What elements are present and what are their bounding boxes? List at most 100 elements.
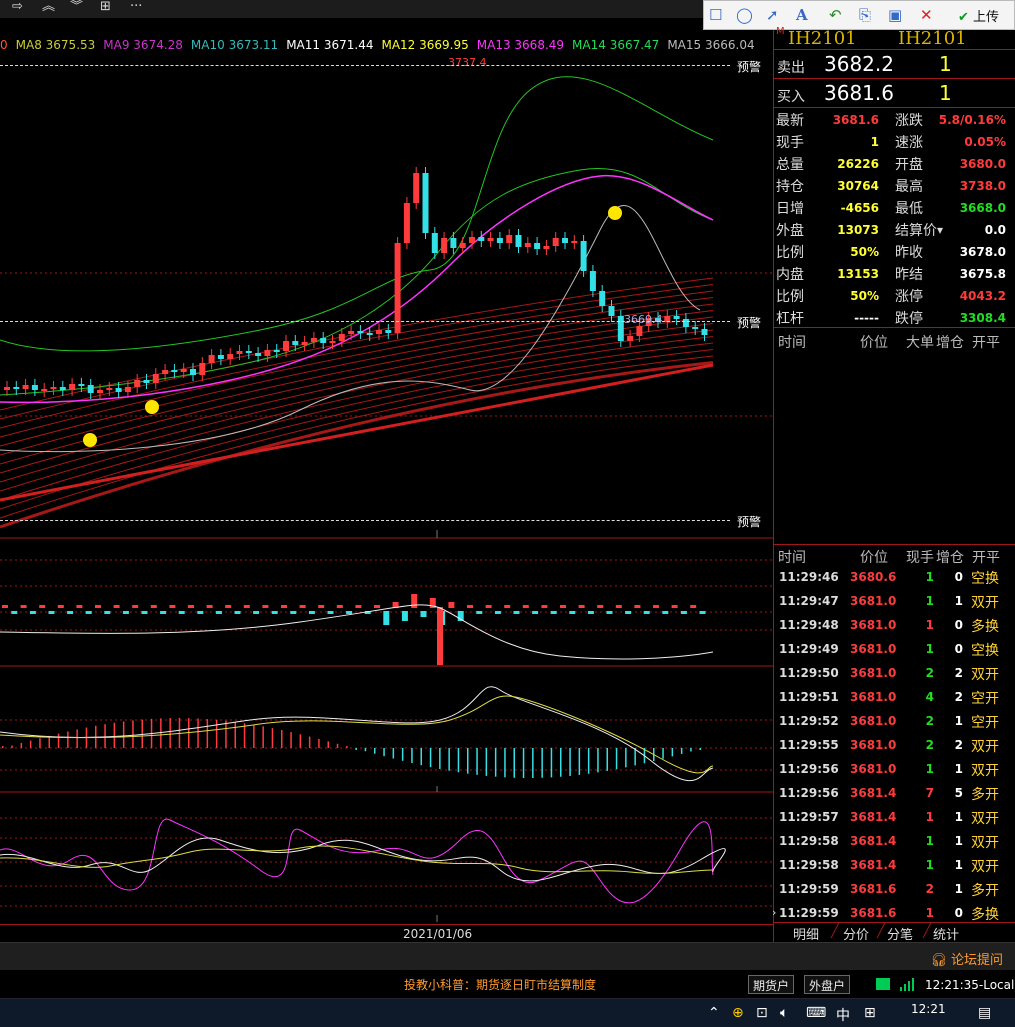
taskbar-time[interactable]: 12:21 bbox=[911, 1002, 946, 1016]
tick-row[interactable]: 11:29:58 3681.4 1 1 双开 bbox=[774, 829, 1015, 853]
column-header[interactable]: 时间 bbox=[778, 332, 806, 352]
more-icon[interactable]: ··· bbox=[130, 0, 142, 14]
tick-row[interactable]: 11:29:55 3681.0 2 2 双开 bbox=[774, 733, 1015, 757]
column-header[interactable]: 开平 bbox=[972, 332, 1000, 352]
volume-icon[interactable]: 🔈︎ bbox=[780, 1005, 788, 1021]
ma-legend-item[interactable]: MA11 3671.44 bbox=[286, 38, 373, 52]
volume-bar bbox=[290, 611, 297, 614]
volume-bar bbox=[20, 605, 27, 608]
undo-icon[interactable]: ↶ bbox=[829, 5, 842, 25]
macd-bar bbox=[336, 743, 339, 748]
ma-legend-item[interactable]: MA8 3675.53 bbox=[16, 38, 96, 52]
candle-body bbox=[450, 238, 457, 248]
keyboard-icon[interactable]: ⌨ bbox=[806, 1005, 826, 1021]
ask-row[interactable]: 卖出 3682.2 1 bbox=[774, 51, 1015, 79]
ellipse-icon[interactable]: ◯ bbox=[736, 5, 753, 25]
bid-row[interactable]: 买入 3681.6 1 bbox=[774, 80, 1015, 108]
column-header[interactable]: 大单 bbox=[906, 332, 934, 352]
column-header[interactable]: 时间 bbox=[778, 547, 806, 567]
ime-indicator[interactable]: 中 bbox=[836, 1005, 850, 1025]
column-header[interactable]: 价位 bbox=[860, 547, 888, 567]
tab-detail[interactable]: 明细 bbox=[793, 924, 819, 943]
copy-icon[interactable]: ⎘ bbox=[859, 5, 871, 25]
tab-price-split[interactable]: 分价 bbox=[843, 924, 869, 943]
volume-bar bbox=[262, 605, 269, 608]
tick-row[interactable]: 11:29:59 3681.6 2 1 多开 bbox=[774, 877, 1015, 901]
column-header[interactable]: 增仓 bbox=[936, 332, 964, 352]
tick-row[interactable]: 11:29:47 3681.0 1 1 双开 bbox=[774, 589, 1015, 613]
close-icon[interactable]: ✕ bbox=[920, 5, 933, 25]
scroll-arrow-icon[interactable]: › bbox=[772, 906, 776, 919]
column-header[interactable]: 现手 bbox=[906, 547, 934, 567]
column-header[interactable]: 增仓 bbox=[936, 547, 964, 567]
outer-account-button[interactable]: 外盘户 bbox=[804, 975, 851, 994]
forum-link[interactable]: 🎧︎ 论坛提问 bbox=[930, 949, 1003, 968]
news-ticker[interactable]: 投教小科普：期货逐日盯市结算制度 bbox=[404, 976, 596, 993]
column-header[interactable]: 开平 bbox=[972, 547, 1000, 567]
tab-separator: ╱ bbox=[831, 924, 839, 939]
quote-row: 比例 50% 昨收 3678.0 bbox=[774, 242, 1015, 264]
ma-legend-item[interactable]: MA9 3674.28 bbox=[103, 38, 183, 52]
chevron-down-icon[interactable]: ▾ bbox=[937, 223, 943, 237]
tick-row[interactable]: 11:29:50 3681.0 2 2 双开 bbox=[774, 661, 1015, 685]
tick-row[interactable]: 11:29:56 3681.4 7 5 多开 bbox=[774, 781, 1015, 805]
candle-body bbox=[301, 342, 308, 345]
contract-name-left[interactable]: IH2101 bbox=[788, 28, 857, 49]
alert-tag-top[interactable]: 预警 bbox=[737, 58, 761, 75]
tab-stats[interactable]: 统计 bbox=[933, 924, 959, 943]
double-down-icon[interactable]: ︾ bbox=[70, 0, 83, 14]
ma-legend-item[interactable]: MA10 3673.11 bbox=[191, 38, 278, 52]
alert-tag-mid[interactable]: 预警 bbox=[737, 314, 761, 331]
rectangle-icon[interactable]: ☐ bbox=[709, 5, 722, 25]
tick-kind: 双开 bbox=[971, 859, 999, 875]
tick-row[interactable]: 11:29:58 3681.4 1 1 双开 bbox=[774, 853, 1015, 877]
quote-value: 3738.0 bbox=[959, 179, 1006, 193]
ma-legend-item[interactable]: MA14 3667.47 bbox=[572, 38, 659, 52]
tick-row[interactable]: 11:29:48 3681.0 1 0 多换 bbox=[774, 613, 1015, 637]
chevron-up-icon[interactable]: ⌃ bbox=[708, 1005, 720, 1021]
double-up-icon[interactable]: ︽ bbox=[42, 0, 55, 14]
redo-icon[interactable]: ⇨ bbox=[12, 0, 23, 14]
macd-bar bbox=[225, 720, 227, 748]
ma-legend-item[interactable]: MA15 3666.04 bbox=[667, 38, 754, 52]
futures-account-button[interactable]: 期货户 bbox=[748, 975, 795, 994]
ime-mode-icon[interactable]: ⊞ bbox=[864, 1005, 876, 1021]
upload-button[interactable]: ✔ 上传 bbox=[958, 6, 999, 25]
grid-icon[interactable]: ⊞ bbox=[100, 0, 111, 14]
tab-tick[interactable]: 分笔 bbox=[887, 924, 913, 943]
tick-row[interactable]: 11:29:56 3681.0 1 1 双开 bbox=[774, 757, 1015, 781]
tick-row[interactable]: 11:29:52 3681.0 2 1 空开 bbox=[774, 709, 1015, 733]
ma-legend-item[interactable]: MA13 3668.49 bbox=[477, 38, 564, 52]
tick-row[interactable]: 11:29:57 3681.4 1 1 双开 bbox=[774, 805, 1015, 829]
arrow-icon[interactable]: ➚ bbox=[766, 5, 779, 25]
high-price-label: 3737.4 bbox=[448, 56, 487, 69]
ma-legend-item[interactable]: MA12 3669.95 bbox=[381, 38, 468, 52]
add-icon[interactable]: ⊕ bbox=[732, 1005, 744, 1021]
text-icon[interactable]: A bbox=[796, 5, 808, 25]
candle-body bbox=[264, 350, 271, 356]
alert-tag-bottom[interactable]: 预警 bbox=[737, 513, 761, 530]
quote-label: 涨跌 bbox=[895, 113, 923, 129]
candle-body bbox=[589, 271, 596, 291]
kline-chart[interactable] bbox=[0, 30, 773, 942]
network-icon[interactable]: ⊡ bbox=[756, 1005, 768, 1021]
tick-kind: 多换 bbox=[971, 907, 999, 923]
tick-volume: 2 bbox=[925, 882, 934, 896]
tick-volume: 1 bbox=[925, 762, 934, 776]
tick-row[interactable]: 11:29:46 3680.6 1 0 空换 bbox=[774, 565, 1015, 589]
candle-body bbox=[608, 306, 615, 316]
ma-legend-item[interactable]: 0 bbox=[0, 38, 8, 52]
volume-bar bbox=[597, 605, 604, 608]
quote-label: 最新 bbox=[776, 113, 804, 129]
tick-row[interactable]: 11:29:49 3681.0 1 0 空换 bbox=[774, 637, 1015, 661]
volume-bar bbox=[532, 611, 539, 614]
macd-dif bbox=[0, 686, 714, 782]
tick-kind: 双开 bbox=[971, 811, 999, 827]
candle-body bbox=[310, 338, 317, 342]
tick-row[interactable]: 11:29:51 3681.0 4 2 空开 bbox=[774, 685, 1015, 709]
save-icon[interactable]: ▣ bbox=[888, 5, 902, 25]
tick-price: 3681.0 bbox=[850, 738, 897, 752]
column-header[interactable]: 价位 bbox=[860, 332, 888, 352]
notification-icon[interactable]: ▤ bbox=[978, 1005, 991, 1021]
contract-name-right[interactable]: IH2101 bbox=[898, 28, 967, 49]
